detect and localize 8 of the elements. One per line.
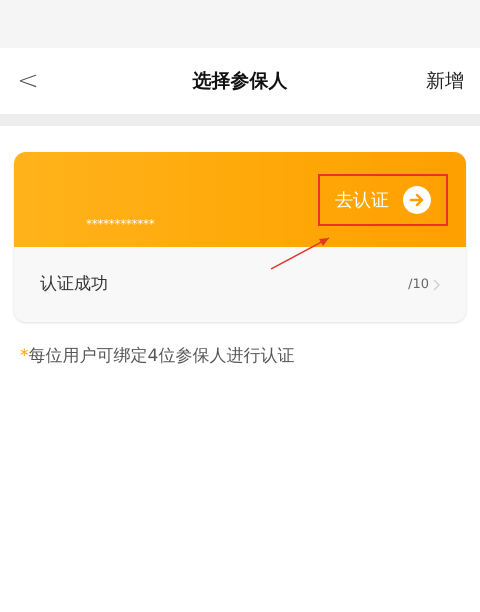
back-button[interactable]: <: [16, 62, 40, 100]
status-label: 认证成功: [40, 272, 108, 296]
page-title: 选择参保人: [192, 68, 288, 94]
chevron-right-icon: [433, 278, 440, 290]
add-button[interactable]: 新增: [426, 66, 464, 96]
count-link[interactable]: /10: [408, 274, 440, 294]
masked-id: ************: [86, 216, 154, 233]
notice-text: *每位用户可绑定4位参保人进行认证: [19, 345, 296, 368]
